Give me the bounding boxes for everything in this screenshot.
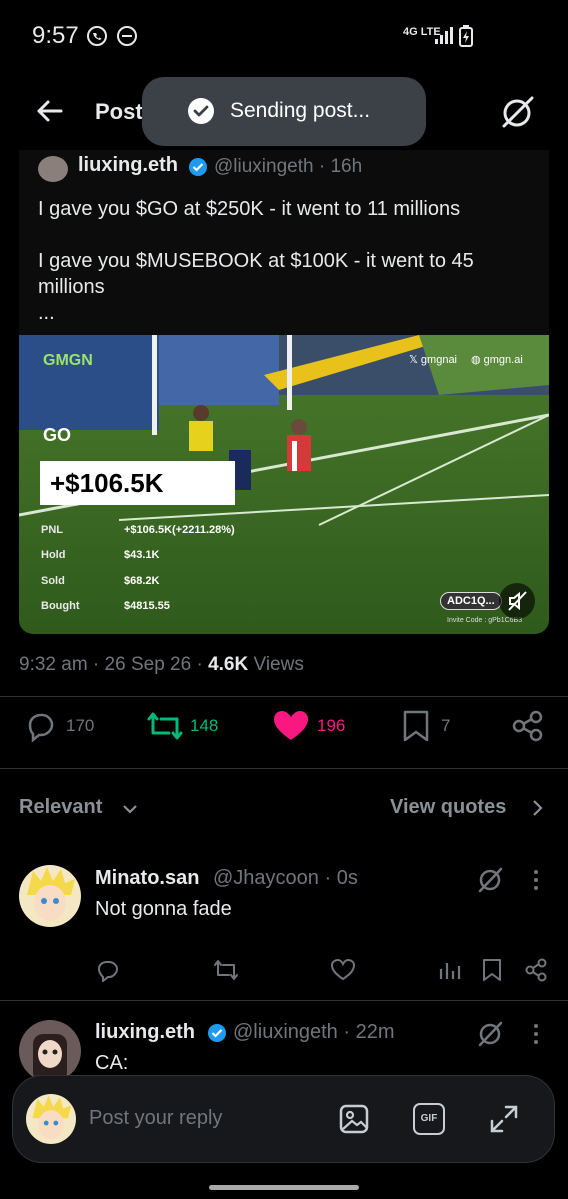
- stat-label: Sold: [41, 575, 65, 587]
- reply-icon: [97, 961, 119, 982]
- verified-badge-icon: [207, 1023, 227, 1043]
- reply-count: 170: [66, 716, 95, 735]
- chevron-down-icon: [121, 800, 139, 818]
- post-time: 9:32 am: [19, 654, 88, 675]
- post-line: [38, 222, 538, 248]
- bookmark-icon: [403, 710, 429, 742]
- grok-icon[interactable]: [475, 866, 505, 894]
- divider: [0, 768, 568, 769]
- like-button[interactable]: [272, 709, 310, 743]
- whatsapp-icon: [86, 25, 108, 47]
- stat-value: $43.1K: [124, 549, 160, 561]
- toast-text: Sending post...: [230, 99, 371, 122]
- stat-value: +$106.5K(+2211.28%): [124, 524, 235, 536]
- post-line: millions: [38, 276, 105, 298]
- repost-count: 148: [190, 716, 219, 735]
- bookmark-count: 7: [441, 716, 451, 735]
- bookmark-button[interactable]: [481, 958, 503, 982]
- avatar[interactable]: [19, 865, 81, 927]
- grok-icon[interactable]: [475, 1020, 505, 1048]
- bookmark-button[interactable]: [401, 709, 431, 743]
- quoted-handle: @liuxingeth · 16h: [214, 156, 363, 177]
- repost-icon: [214, 960, 238, 980]
- repost-button[interactable]: [145, 709, 185, 743]
- heart-filled-icon: [274, 711, 308, 740]
- media-token: GO: [43, 425, 71, 445]
- reply-button[interactable]: [24, 709, 58, 743]
- signal-icon: [434, 25, 456, 45]
- share-button[interactable]: [524, 958, 548, 982]
- bookmark-icon: [483, 959, 501, 981]
- like-count: 196: [317, 716, 346, 735]
- views-count: 4.6K: [208, 654, 249, 675]
- quoted-author-name[interactable]: liuxing.eth: [78, 154, 178, 177]
- share-button[interactable]: [511, 709, 545, 743]
- reply-icon: [28, 713, 54, 743]
- chevron-right-icon: [529, 798, 545, 818]
- check-circle-icon: [187, 97, 215, 125]
- view-quotes-label: View quotes: [390, 796, 507, 818]
- views-button[interactable]: [438, 958, 462, 982]
- more-options-icon[interactable]: [531, 869, 541, 891]
- stat-label: Bought: [41, 600, 80, 612]
- post-date: 26 Sep 26: [104, 654, 192, 675]
- post-meta: 9:32 am · 26 Sep 26 · 4.6K Views: [19, 654, 304, 675]
- reply-text: CA:: [95, 1052, 129, 1074]
- view-quotes-link[interactable]: View quotes: [390, 796, 506, 819]
- reply-handle: @Jhaycoon · 0s: [213, 867, 358, 889]
- analytics-icon: [439, 963, 461, 979]
- image-button[interactable]: [338, 1103, 370, 1135]
- mute-video-button[interactable]: [499, 583, 535, 619]
- views-label: Views: [253, 654, 304, 675]
- reply-handle: @liuxingeth · 22m: [233, 1021, 395, 1043]
- dnd-icon: [116, 25, 138, 47]
- image-icon: [339, 1104, 369, 1134]
- post-line: I gave you $MUSEBOOK at $100K - it went …: [38, 250, 474, 272]
- gif-button[interactable]: GIF: [413, 1103, 445, 1135]
- ca-badge: ADC1Q...: [440, 592, 502, 610]
- repost-button[interactable]: [212, 958, 240, 982]
- repost-icon: [147, 712, 183, 740]
- sort-relevant-dropdown[interactable]: Relevant: [19, 796, 102, 819]
- media-x-handle: 𝕏 gmgnai: [409, 354, 457, 366]
- sort-label: Relevant: [19, 796, 103, 818]
- post-text: I gave you $GO at $250K - it went to 11 …: [38, 196, 538, 326]
- heart-icon: [330, 958, 356, 981]
- reply-author-name[interactable]: Minato.san: [95, 867, 199, 890]
- grok-icon[interactable]: [498, 94, 536, 132]
- share-icon: [525, 958, 547, 982]
- stat-value: $4815.55: [124, 600, 170, 612]
- divider: [0, 696, 568, 697]
- expand-composer-button[interactable]: [488, 1103, 520, 1135]
- media-brand: GMGN: [43, 352, 93, 369]
- more-options-icon[interactable]: [531, 1023, 541, 1045]
- verified-badge-icon: [188, 157, 208, 177]
- avatar[interactable]: [19, 1020, 81, 1082]
- like-button[interactable]: [330, 958, 356, 982]
- reply-author-name[interactable]: liuxing.eth: [95, 1021, 195, 1044]
- stat-value: $68.2K: [124, 575, 160, 587]
- post-line: I gave you $GO at $250K - it went to 11 …: [38, 198, 461, 220]
- expand-icon: [490, 1105, 518, 1133]
- battery-icon: [459, 25, 473, 47]
- share-icon: [512, 710, 543, 742]
- reply-button[interactable]: [96, 958, 120, 982]
- home-indicator[interactable]: [209, 1185, 359, 1190]
- media-website: ◍ gmgn.ai: [471, 354, 523, 366]
- status-time: 9:57: [32, 22, 79, 49]
- my-avatar[interactable]: [26, 1094, 76, 1144]
- quoted-avatar[interactable]: [38, 156, 68, 182]
- reply-text: Not gonna fade: [95, 898, 232, 920]
- stat-label: Hold: [41, 549, 66, 561]
- stat-label: PNL: [41, 524, 63, 536]
- pnl-big-value: +$106.5K: [40, 461, 235, 505]
- muted-speaker-icon: [508, 591, 527, 611]
- divider: [0, 1000, 568, 1001]
- page-title: Post: [95, 99, 143, 124]
- back-arrow-icon[interactable]: [34, 96, 64, 126]
- post-line: ...: [38, 302, 55, 324]
- reply-input[interactable]: Post your reply: [89, 1107, 222, 1130]
